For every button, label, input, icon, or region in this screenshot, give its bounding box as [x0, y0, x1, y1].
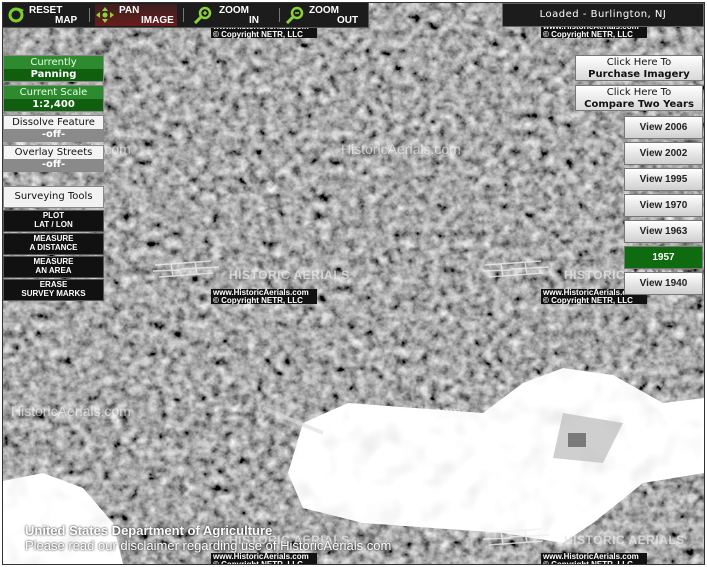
- selected-year-button[interactable]: 1957: [624, 246, 703, 269]
- watermark-text: HistoricAerials.com: [671, 403, 704, 419]
- pan-image-button[interactable]: PAN IMAGE: [95, 4, 177, 26]
- toolbar-divider: [183, 8, 184, 22]
- view-year-button[interactable]: View 1995: [624, 168, 703, 191]
- current-scale-indicator: Current Scale 1:2,400: [3, 85, 104, 112]
- footer-credits: United States Department of Agriculture …: [25, 523, 391, 553]
- plot-lat-lon-button[interactable]: PLOT LAT / LON: [3, 210, 104, 232]
- current-mode-indicator: Currently Panning: [3, 55, 104, 82]
- biplane-logo-icon: [152, 260, 220, 278]
- disclaimer-link[interactable]: Please read our disclaimer regarding use…: [25, 538, 391, 553]
- toolbar-divider: [89, 8, 90, 22]
- usda-credit: United States Department of Agriculture: [25, 523, 273, 538]
- zoom-out-button[interactable]: ZOOM OUT: [285, 4, 365, 26]
- location-status: Loaded - Burlington, NJ: [502, 3, 704, 27]
- watermark-text: HistoricAerials.com: [341, 141, 461, 157]
- purchase-imagery-button[interactable]: Click Here To Purchase Imagery: [575, 55, 703, 81]
- view-year-button[interactable]: View 1963: [624, 220, 703, 243]
- map-viewer: HistoricAerials.com HistoricAerials.com …: [2, 2, 705, 565]
- biplane-logo-icon: [482, 528, 550, 546]
- erase-survey-marks-button[interactable]: ERASE SURVEY MARKS: [3, 279, 104, 301]
- biplane-logo-icon: [482, 260, 550, 278]
- copyright-badge: www.HistoricAerials.com© Copyright NETR,…: [211, 553, 317, 564]
- watermark-logo: HISTORIC AERIALS: [564, 533, 685, 547]
- view-year-button[interactable]: View 1940: [624, 272, 703, 295]
- overlay-streets-toggle[interactable]: Overlay Streets -off-: [3, 145, 104, 172]
- view-year-button[interactable]: View 2002: [624, 142, 703, 165]
- map-toolbar: RESET MAP PAN IMAGE ZOOM IN ZOOM OUT: [3, 3, 369, 28]
- pan-arrows-icon: [96, 7, 114, 23]
- watermark-logo: HISTORIC AERIALS: [229, 268, 350, 282]
- reset-icon: [8, 7, 24, 23]
- watermark-text: HistoricAerials.com: [11, 403, 131, 419]
- view-year-button[interactable]: View 1970: [624, 194, 703, 217]
- reset-map-button[interactable]: RESET MAP: [7, 4, 83, 26]
- measure-area-button[interactable]: MEASURE AN AREA: [3, 256, 104, 278]
- dissolve-feature-toggle[interactable]: Dissolve Feature -off-: [3, 115, 104, 142]
- watermark-text: HistoricAerials.com: [341, 403, 461, 419]
- copyright-badge: www.HistoricAerials.com© Copyright NETR,…: [541, 553, 647, 564]
- compare-years-button[interactable]: Click Here To Compare Two Years: [575, 85, 703, 111]
- toolbar-divider: [279, 8, 280, 22]
- zoom-in-button[interactable]: ZOOM IN: [193, 4, 273, 26]
- surveying-tools-header: Surveying Tools: [3, 186, 104, 208]
- measure-distance-button[interactable]: MEASURE A DISTANCE: [3, 233, 104, 255]
- copyright-badge: www.HistoricAerials.com© Copyright NETR,…: [211, 289, 317, 304]
- zoom-in-icon: [193, 6, 212, 24]
- zoom-out-icon: [285, 6, 304, 24]
- view-year-button[interactable]: View 2006: [624, 116, 703, 139]
